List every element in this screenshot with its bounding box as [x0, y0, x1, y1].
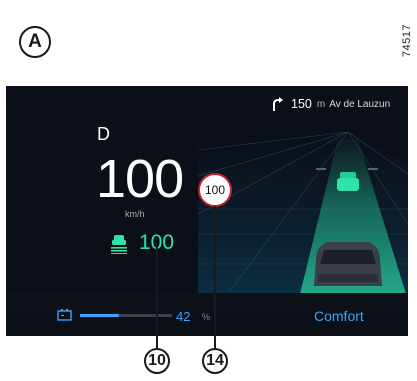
navigation-distance: 150: [291, 97, 312, 111]
vehicle-ahead-icon: [337, 172, 359, 191]
instrument-cluster-screen: 150 m Av de Lauzun D 100 km/h 100 100 42…: [6, 86, 408, 336]
battery-charge-fill: [80, 314, 119, 317]
drive-mode-label: Comfort: [314, 308, 364, 324]
speed-limit-value: 100: [204, 183, 226, 197]
navigation-street-name: Av de Lauzun: [329, 98, 391, 110]
gear-indicator: D: [97, 124, 110, 144]
callout-10: 10: [144, 348, 170, 374]
adaptive-cruise-control-icon: [111, 235, 127, 254]
callout-14-leader-line: [214, 206, 216, 348]
driving-assistance-scene: [198, 131, 408, 294]
figure-reference-number: 74517: [401, 24, 413, 58]
battery-charge-percent: 42: [176, 309, 191, 324]
callout-10-number: 10: [148, 352, 166, 369]
battery-charge-bar: [80, 314, 172, 317]
callout-14-number: 14: [206, 352, 224, 369]
navigation-distance-unit: m: [316, 98, 326, 110]
figure-letter-badge: A: [19, 26, 51, 58]
own-car-icon: [314, 242, 382, 286]
battery-percent-sign: %: [202, 312, 211, 322]
speed-limit-sign: 100: [198, 173, 232, 207]
vehicle-speed: 100: [96, 149, 184, 209]
callout-10-leader-line: [156, 246, 158, 348]
speed-unit: km/h: [125, 209, 145, 219]
battery-icon: [57, 309, 72, 321]
turn-right-arrow-icon: [273, 96, 283, 111]
navigation-instruction: 150 m Av de Lauzun: [270, 96, 390, 112]
callout-14: 14: [202, 348, 228, 374]
